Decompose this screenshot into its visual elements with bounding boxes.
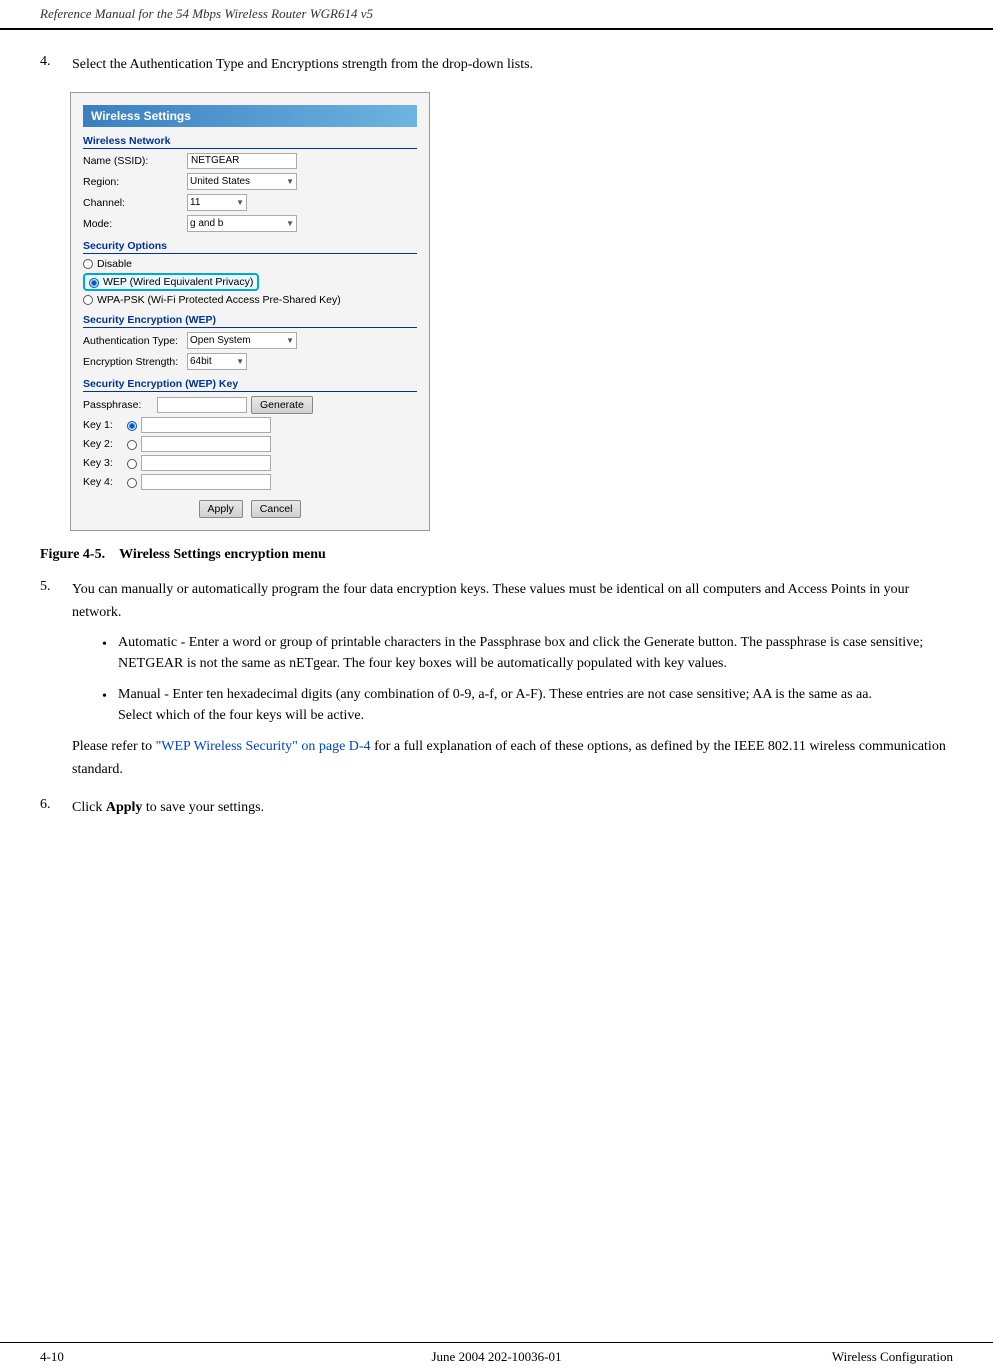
ssid-row: Name (SSID): NETGEAR (83, 153, 417, 169)
auth-type-label: Authentication Type: (83, 335, 183, 347)
wireless-settings-screenshot: Wireless Settings Wireless Network Name … (70, 92, 430, 531)
step-5-link-text[interactable]: "WEP Wireless Security" on page D-4 (156, 739, 371, 754)
header-text: Reference Manual for the 54 Mbps Wireles… (40, 6, 373, 21)
cancel-button[interactable]: Cancel (251, 500, 302, 518)
region-row: Region: United States ▼ (83, 173, 417, 190)
step-5: 5. You can manually or automatically pro… (40, 579, 953, 781)
passphrase-row: Passphrase: Generate (83, 396, 417, 414)
mode-select[interactable]: g and b ▼ (187, 215, 297, 232)
mode-row: Mode: g and b ▼ (83, 215, 417, 232)
bullet-2: • Manual - Enter ten hexadecimal digits … (102, 684, 953, 726)
auth-type-select[interactable]: Open System ▼ (187, 332, 297, 349)
mode-arrow-icon: ▼ (286, 219, 294, 228)
key1-label: Key 1: (83, 419, 123, 431)
region-arrow-icon: ▼ (286, 177, 294, 186)
figure-label: Figure 4-5. (40, 547, 105, 562)
region-select[interactable]: United States ▼ (187, 173, 297, 190)
auth-type-row: Authentication Type: Open System ▼ (83, 332, 417, 349)
security-disable-label: Disable (97, 258, 132, 270)
region-label: Region: (83, 176, 183, 188)
mode-label: Mode: (83, 218, 183, 230)
bullet-2-text: Manual - Enter ten hexadecimal digits (a… (118, 684, 872, 726)
security-disable-radio[interactable] (83, 259, 93, 269)
step-6-content: Click Apply to save your settings. (72, 797, 953, 819)
encryption-strength-value: 64bit (190, 356, 212, 367)
step-5-link-prefix: Please refer to (72, 739, 156, 754)
screenshot-title: Wireless Settings (83, 105, 417, 127)
screenshot-buttons: Apply Cancel (83, 500, 417, 518)
channel-row: Channel: 11 ▼ (83, 194, 417, 211)
key1-input[interactable] (141, 417, 271, 433)
ssid-label: Name (SSID): (83, 155, 183, 167)
encryption-strength-arrow-icon: ▼ (236, 357, 244, 366)
key1-row: Key 1: (83, 417, 417, 433)
passphrase-input[interactable] (157, 397, 247, 413)
key3-input[interactable] (141, 455, 271, 471)
section-security-options: Security Options (83, 240, 417, 254)
step-6-text: Click (72, 800, 106, 815)
step-4: 4. Select the Authentication Type and En… (40, 54, 953, 76)
generate-button[interactable]: Generate (251, 396, 313, 414)
key3-label: Key 3: (83, 457, 123, 469)
figure-caption: Figure 4-5. Wireless Settings encryption… (40, 547, 953, 563)
security-wpapsk-radio[interactable] (83, 295, 93, 305)
section-wep-key: Security Encryption (WEP) Key (83, 378, 417, 392)
auth-type-value: Open System (190, 335, 251, 346)
encryption-strength-label: Encryption Strength: (83, 356, 183, 368)
ssid-input[interactable]: NETGEAR (187, 153, 297, 169)
step-6-bold: Apply (106, 800, 143, 815)
main-content: 4. Select the Authentication Type and En… (0, 30, 993, 875)
step-6-num: 6. (40, 797, 64, 819)
step-6-text2: to save your settings. (142, 800, 264, 815)
section-security-encryption: Security Encryption (WEP) (83, 314, 417, 328)
security-wep-label: WEP (Wired Equivalent Privacy) (103, 276, 253, 288)
bullet-2-dot: • (102, 684, 112, 726)
apply-button[interactable]: Apply (199, 500, 243, 518)
security-wpapsk-row: WPA-PSK (Wi-Fi Protected Access Pre-Shar… (83, 294, 417, 306)
step-5-content: You can manually or automatically progra… (72, 579, 953, 781)
key2-input[interactable] (141, 436, 271, 452)
footer-center: June 2004 202-10036-01 (432, 1349, 562, 1365)
channel-label: Channel: (83, 197, 183, 209)
key3-row: Key 3: (83, 455, 417, 471)
channel-arrow-icon: ▼ (236, 198, 244, 207)
section-wireless-network: Wireless Network (83, 135, 417, 149)
key1-radio[interactable] (127, 421, 137, 431)
page-header: Reference Manual for the 54 Mbps Wireles… (0, 0, 993, 30)
key2-row: Key 2: (83, 436, 417, 452)
step-4-num: 4. (40, 54, 64, 76)
encryption-strength-select[interactable]: 64bit ▼ (187, 353, 247, 370)
step-5-num: 5. (40, 579, 64, 781)
step-6: 6. Click Apply to save your settings. (40, 797, 953, 819)
encryption-strength-row: Encryption Strength: 64bit ▼ (83, 353, 417, 370)
security-wep-row: WEP (Wired Equivalent Privacy) (83, 273, 417, 291)
key2-label: Key 2: (83, 438, 123, 450)
security-disable-row: Disable (83, 258, 417, 270)
security-wep-highlighted[interactable]: WEP (Wired Equivalent Privacy) (83, 273, 259, 291)
channel-select[interactable]: 11 ▼ (187, 194, 247, 211)
channel-value: 11 (190, 197, 200, 208)
security-wep-radio[interactable] (89, 278, 99, 288)
key4-row: Key 4: (83, 474, 417, 490)
security-wpapsk-label: WPA-PSK (Wi-Fi Protected Access Pre-Shar… (97, 294, 341, 306)
step-5-bullets: • Automatic - Enter a word or group of p… (102, 632, 953, 726)
step-4-text: Select the Authentication Type and Encry… (72, 54, 953, 76)
page-footer: 4-10 June 2004 202-10036-01 Wireless Con… (0, 1342, 993, 1371)
auth-type-arrow-icon: ▼ (286, 336, 294, 345)
bullet-1: • Automatic - Enter a word or group of p… (102, 632, 953, 674)
key4-input[interactable] (141, 474, 271, 490)
region-value: United States (190, 176, 250, 187)
bullet-1-text: Automatic - Enter a word or group of pri… (118, 632, 953, 674)
footer-right: Wireless Configuration (832, 1349, 953, 1365)
key4-radio[interactable] (127, 478, 137, 488)
bullet-1-dot: • (102, 632, 112, 674)
footer-left: 4-10 (40, 1349, 64, 1365)
passphrase-label: Passphrase: (83, 399, 153, 411)
step-5-text: You can manually or automatically progra… (72, 582, 909, 619)
key3-radio[interactable] (127, 459, 137, 469)
key4-label: Key 4: (83, 476, 123, 488)
figure-title: Wireless Settings encryption menu (119, 547, 326, 562)
mode-value: g and b (190, 218, 223, 229)
key2-radio[interactable] (127, 440, 137, 450)
